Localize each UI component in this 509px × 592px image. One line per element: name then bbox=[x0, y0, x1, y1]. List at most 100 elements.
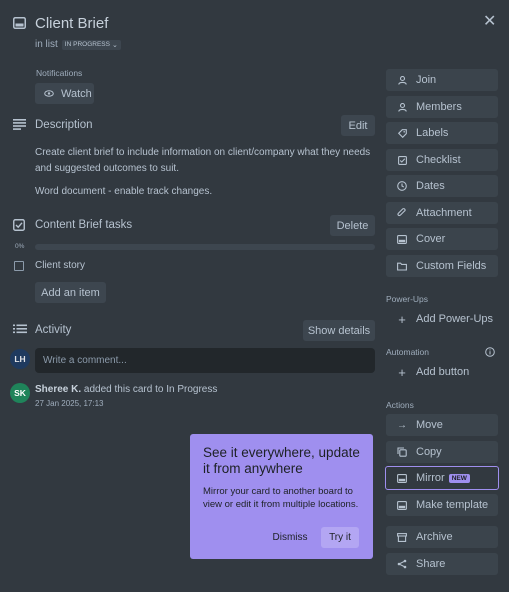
mirror-button[interactable]: Mirror NEW bbox=[385, 466, 499, 490]
activity-timestamp[interactable]: 27 Jan 2025, 17:13 bbox=[35, 399, 104, 408]
custom-fields-label: Custom Fields bbox=[416, 260, 487, 272]
description-text[interactable]: Create client brief to include informati… bbox=[35, 145, 375, 200]
actions-label: Actions bbox=[386, 400, 414, 410]
attachment-label: Attachment bbox=[416, 207, 472, 219]
plus-icon: + bbox=[398, 364, 406, 380]
cover-button[interactable]: Cover bbox=[386, 228, 498, 250]
checklist-progress-percent: 0% bbox=[15, 243, 25, 250]
make-template-label: Make template bbox=[416, 499, 489, 511]
popover-title: See it everywhere, update it from anywhe… bbox=[203, 445, 360, 476]
join-label: Join bbox=[416, 74, 437, 86]
new-badge: NEW bbox=[448, 473, 470, 483]
activity-icon bbox=[13, 324, 27, 339]
copy-icon bbox=[395, 447, 409, 457]
try-it-button[interactable]: Try it bbox=[321, 527, 359, 548]
watch-label: Watch bbox=[61, 87, 92, 100]
show-details-button[interactable]: Show details bbox=[303, 320, 375, 341]
add-button-label: Add button bbox=[416, 366, 470, 378]
edit-label: Edit bbox=[348, 119, 368, 132]
members-label: Members bbox=[416, 101, 462, 113]
paperclip-icon bbox=[395, 208, 409, 218]
comment-placeholder: Write a comment... bbox=[43, 355, 127, 366]
checklist-progress-bar bbox=[35, 244, 375, 250]
activity-title: Activity bbox=[35, 324, 72, 336]
add-item-label: Add an item bbox=[41, 286, 100, 299]
archive-label: Archive bbox=[416, 531, 453, 543]
comment-input[interactable]: Write a comment... bbox=[35, 348, 375, 373]
mirror-icon bbox=[395, 473, 409, 483]
dismiss-label: Dismiss bbox=[272, 532, 308, 543]
cover-label: Cover bbox=[416, 233, 446, 245]
labels-button[interactable]: Labels bbox=[386, 122, 498, 144]
try-it-label: Try it bbox=[329, 532, 351, 543]
notifications-label: Notifications bbox=[36, 68, 83, 78]
popover-body: Mirror your card to another board to vie… bbox=[203, 486, 359, 510]
tag-icon bbox=[395, 128, 409, 138]
eye-icon bbox=[44, 88, 54, 100]
plus-icon: + bbox=[398, 311, 406, 327]
make-template-button[interactable]: Make template bbox=[386, 494, 498, 516]
delete-checklist-button[interactable]: Delete bbox=[330, 215, 375, 236]
mirror-popover: See it everywhere, update it from anywhe… bbox=[190, 434, 373, 559]
delete-label: Delete bbox=[336, 219, 369, 232]
share-label: Share bbox=[416, 558, 446, 570]
add-button-button[interactable]: + Add button bbox=[386, 361, 498, 383]
activity-action: added this card to In Progress bbox=[83, 384, 218, 395]
close-icon[interactable]: ✕ bbox=[483, 11, 496, 31]
show-details-label: Show details bbox=[307, 324, 371, 337]
automation-label: Automation bbox=[386, 347, 429, 357]
avatar[interactable]: LH bbox=[10, 349, 30, 369]
labels-label: Labels bbox=[416, 127, 449, 139]
template-icon bbox=[395, 500, 409, 510]
description-title: Description bbox=[35, 119, 93, 131]
archive-icon bbox=[395, 532, 409, 542]
activity-entry: Sheree K. added this card to In Progress bbox=[35, 384, 217, 395]
clock-icon bbox=[395, 181, 409, 191]
description-paragraph: Word document - enable track changes. bbox=[35, 186, 213, 197]
activity-author[interactable]: Sheree K. bbox=[35, 384, 81, 395]
list-dropdown[interactable]: IN PROGRESS ⌄ bbox=[61, 39, 121, 50]
chevron-down-icon: ⌄ bbox=[111, 41, 118, 49]
custom-fields-button[interactable]: Custom Fields bbox=[386, 255, 498, 277]
add-powerups-button[interactable]: + Add Power-Ups bbox=[386, 308, 498, 330]
watch-button[interactable]: Watch bbox=[35, 83, 94, 104]
copy-button[interactable]: Copy bbox=[386, 441, 498, 463]
description-icon bbox=[13, 119, 26, 133]
dates-label: Dates bbox=[416, 180, 445, 192]
checklist-item-label[interactable]: Client story bbox=[35, 260, 85, 271]
members-button[interactable]: Members bbox=[386, 96, 498, 118]
join-button[interactable]: Join bbox=[386, 69, 498, 91]
move-label: Move bbox=[416, 419, 443, 431]
checklist-label: Checklist bbox=[416, 154, 461, 166]
dates-button[interactable]: Dates bbox=[386, 175, 498, 197]
add-powerups-label: Add Power-Ups bbox=[416, 313, 494, 325]
share-button[interactable]: Share bbox=[386, 553, 498, 575]
mirror-label: Mirror bbox=[416, 472, 445, 484]
checklist-icon bbox=[13, 219, 25, 234]
avatar[interactable]: SK bbox=[10, 383, 30, 403]
user-icon bbox=[395, 75, 409, 85]
user-icon bbox=[395, 102, 409, 112]
share-icon bbox=[395, 559, 409, 569]
checklist-icon bbox=[395, 155, 409, 165]
dismiss-button[interactable]: Dismiss bbox=[268, 527, 312, 548]
move-button[interactable]: → Move bbox=[386, 414, 498, 436]
checklist-item-checkbox[interactable] bbox=[14, 261, 24, 271]
powerups-label: Power-Ups bbox=[386, 294, 429, 304]
archive-button[interactable]: Archive bbox=[386, 526, 498, 548]
in-list-prefix: in list bbox=[35, 39, 58, 50]
description-paragraph: Create client brief to include informati… bbox=[35, 147, 371, 174]
card-cover-icon bbox=[395, 234, 409, 244]
edit-description-button[interactable]: Edit bbox=[341, 115, 375, 136]
card-title[interactable]: Client Brief bbox=[35, 15, 108, 32]
copy-label: Copy bbox=[416, 446, 442, 458]
add-item-button[interactable]: Add an item bbox=[35, 282, 106, 303]
attachment-button[interactable]: Attachment bbox=[386, 202, 498, 224]
checklist-button[interactable]: Checklist bbox=[386, 149, 498, 171]
arrow-right-icon: → bbox=[397, 419, 407, 431]
list-name: IN PROGRESS bbox=[64, 41, 110, 48]
checklist-title: Content Brief tasks bbox=[35, 219, 133, 231]
card-list-info: in list IN PROGRESS ⌄ bbox=[35, 39, 121, 50]
info-icon[interactable] bbox=[485, 347, 495, 360]
folder-icon bbox=[395, 262, 409, 271]
